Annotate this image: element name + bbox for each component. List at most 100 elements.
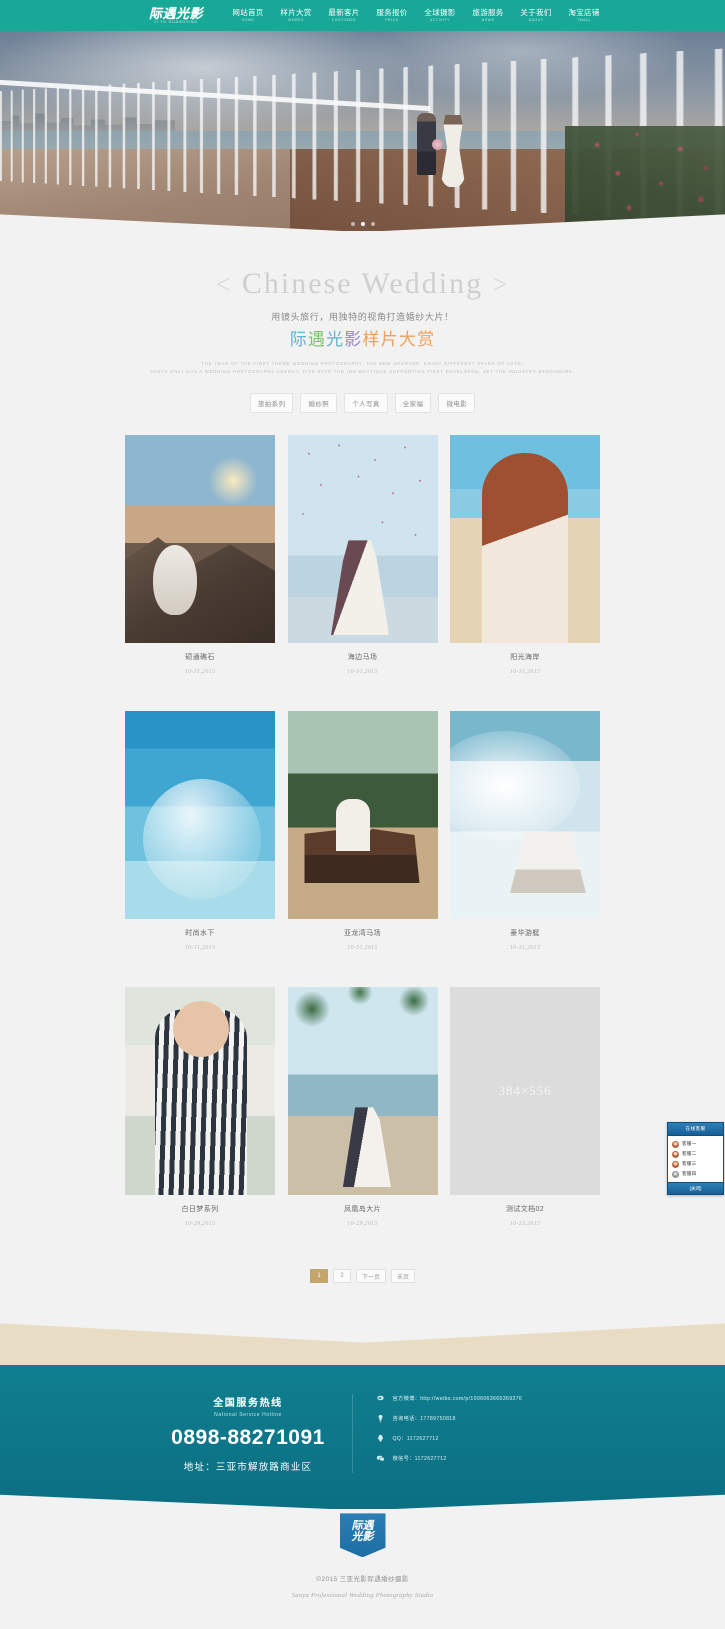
page-subtitle-cn: 用镜头旅行，用独特的视角打造婚纱大片！ [271, 312, 454, 322]
nav-item-label-cn: 关于我们 [520, 7, 552, 17]
nav-item-label-en: ABOUT [528, 17, 544, 22]
nav-item-home[interactable]: 网站首页 HOME [224, 9, 272, 23]
gallery-card: 亚龙湾马场 10-31,2015 [287, 711, 438, 951]
footer-address: 地址：三亚市解放路商业区 [183, 1461, 313, 1473]
hero-couple [413, 109, 483, 187]
site-logo[interactable]: 际遇光影 JI YU GUANGYING [140, 7, 212, 25]
nav-item-activity[interactable]: 全球摄影 ACTIVITY [416, 9, 464, 23]
nav-item-label-cn: 淘宝店铺 [568, 7, 600, 17]
hero-slider-dot[interactable] [350, 222, 355, 226]
gallery-thumbnail[interactable]: 384×556 [450, 987, 600, 1196]
qq-icon [375, 1433, 386, 1444]
gallery-thumbnail[interactable] [450, 711, 600, 920]
footer-contact-row: 微信号：1172627712 [375, 1453, 523, 1464]
sand-divider [0, 1323, 725, 1366]
service-contact-item[interactable]: 客服三 [671, 1159, 720, 1169]
copyright-cn: ©2015 三亚光影际遇婚纱摄影 [316, 1576, 409, 1584]
service-contact-item[interactable]: 客服一 [671, 1139, 720, 1149]
nav-item-label-en: NEWS [481, 17, 495, 22]
footer-contact-text: 微信号：1172627712 [392, 1456, 447, 1463]
footer-contact-row: 咨询电话：17789750818 [375, 1413, 523, 1424]
site-logo-en: JI YU GUANGYING [154, 19, 198, 24]
gallery-thumbnail[interactable] [125, 987, 275, 1196]
service-avatar-icon [672, 1170, 679, 1178]
gallery-caption-date: 10-29,2015 [347, 1221, 378, 1228]
service-widget-close[interactable]: [关闭] [668, 1182, 723, 1194]
wechat-icon [375, 1453, 386, 1464]
gallery-card: 凤凰岛大片 10-29,2015 [287, 987, 438, 1228]
gallery-thumbnail[interactable] [287, 711, 438, 920]
bottom-bar: 际遇 光影 ©2015 三亚光影际遇婚纱摄影 Sanya Professiona… [0, 1509, 725, 1629]
service-widget-list: 客服一客服二客服三客服四 [668, 1136, 723, 1182]
gallery-caption-date: 10-29,2015 [184, 1221, 216, 1228]
hero-slider-dot[interactable] [370, 222, 375, 226]
filter-button-3[interactable]: 个人写真 [344, 393, 388, 414]
footer-contact-row: QQ：1172627712 [375, 1433, 523, 1444]
pagination-button[interactable]: 下一页 [355, 1269, 386, 1284]
weibo-icon [375, 1393, 386, 1404]
nav-item-about[interactable]: 关于我们 ABOUT [512, 9, 560, 23]
footer-logo[interactable]: 际遇 光影 [339, 1513, 386, 1558]
nav-item-news[interactable]: 旅游服务 NEWS [464, 9, 512, 23]
page-title-en: < Chinese Wedding > [0, 269, 725, 299]
filter-button-5[interactable]: 微电影 [438, 393, 476, 414]
gallery-thumbnail[interactable] [287, 987, 438, 1196]
hero-flowers [565, 126, 725, 231]
gallery-thumbnail[interactable] [287, 435, 438, 644]
service-contact-item[interactable]: 客服四 [671, 1169, 720, 1179]
gallery-thumbnail[interactable] [450, 435, 600, 644]
gallery-card: 海边马场 10-31,2015 [287, 435, 438, 675]
service-contact-label: 客服二 [682, 1151, 697, 1156]
main-nav: 网站首页 HOME 样片大赏 WORKS 最新客片 CUSTOMER 服务报价 PRICE 全球… [224, 9, 608, 23]
footer-contact-text: 咨询电话：17789750818 [392, 1416, 456, 1423]
pagination: 1 2 下一页 末页 [0, 1263, 725, 1323]
footer-logo-line2: 光影 [351, 1531, 374, 1544]
phone-icon [375, 1413, 386, 1424]
online-service-widget[interactable]: 在线客服 客服一客服二客服三客服四 [关闭] [667, 1122, 724, 1195]
title-cn-4: 影 [344, 330, 363, 349]
hotline-label-cn: 全国服务热线 [213, 1397, 283, 1409]
pagination-button[interactable]: 1 [309, 1269, 328, 1284]
gallery-caption-title: 白日梦系列 [181, 1206, 219, 1214]
hero-slider-dots[interactable] [350, 222, 375, 226]
site-logo-cn: 际遇光影 [148, 5, 203, 21]
service-avatar-icon [672, 1150, 679, 1158]
nav-item-works[interactable]: 样片大赏 WORKS [272, 9, 320, 23]
footer-contact-list: 官方微博：http://weibo.com/p/1006063666369376… [353, 1393, 523, 1473]
nav-item-price[interactable]: 服务报价 PRICE [368, 9, 416, 23]
gallery-grid: 硕通礁石 10-31,2015 海边马场 10-31,2015 阳光海岸 10-31,20… [125, 435, 600, 1263]
gallery-caption-title: 硕通礁石 [185, 654, 215, 662]
section-title-block: < Chinese Wedding > 用镜头旅行，用独特的视角打造婚纱大片！ … [0, 231, 725, 436]
footer-contact-text: QQ：1172627712 [392, 1436, 439, 1443]
service-contact-item[interactable]: 客服二 [671, 1149, 720, 1159]
page-description-line-1: THE YEAR OF THE FIRST THEME WEDDING PHOT… [201, 361, 524, 367]
title-bracket-left: < [215, 270, 233, 299]
nav-item-label-cn: 全球摄影 [424, 7, 456, 17]
gallery-thumbnail[interactable] [125, 435, 275, 644]
category-filter-bar: 旅拍系列 婚纱照 个人写真 全家福 微电影 [0, 393, 725, 435]
gallery-caption-title: 豪华游艇 [510, 930, 540, 938]
nav-item-label-cn: 最新客片 [328, 7, 360, 17]
hero-banner [0, 31, 725, 231]
nav-item-customer[interactable]: 最新客片 CUSTOMER [320, 9, 368, 23]
pagination-button[interactable]: 2 [332, 1269, 351, 1284]
service-contact-label: 客服三 [682, 1161, 697, 1166]
nav-item-tmall[interactable]: 淘宝店铺 TMALL [560, 9, 608, 23]
footer-hotline-block: 全国服务热线 National Service Hotline 0898-882… [163, 1393, 353, 1473]
gallery-caption-title: 时尚水下 [185, 930, 215, 938]
nav-item-label-cn: 网站首页 [232, 7, 264, 17]
gallery-caption-title: 测试文档02 [505, 1206, 545, 1214]
pagination-button[interactable]: 末页 [391, 1269, 416, 1284]
footer-contact-row: 官方微博：http://weibo.com/p/1006063666369376 [375, 1393, 523, 1404]
filter-button-4[interactable]: 全家福 [394, 393, 432, 414]
hero-slider-dot[interactable] [360, 222, 365, 226]
top-navigation-bar: 际遇光影 JI YU GUANGYING 网站首页 HOME 样片大赏 WORKS 最新… [0, 0, 725, 31]
gallery-card: 384×556 测试文档02 10-23,2015 [450, 987, 600, 1227]
gallery-caption-date: 10-31,2015 [509, 945, 541, 952]
filter-button-2[interactable]: 婚纱照 [300, 393, 338, 414]
service-widget-title[interactable]: 在线客服 [668, 1123, 723, 1136]
gallery-thumbnail[interactable] [125, 711, 275, 920]
title-cn-1: 际 [289, 330, 308, 349]
nav-item-label-en: PRICE [385, 17, 399, 22]
filter-button-1[interactable]: 旅拍系列 [249, 393, 294, 414]
